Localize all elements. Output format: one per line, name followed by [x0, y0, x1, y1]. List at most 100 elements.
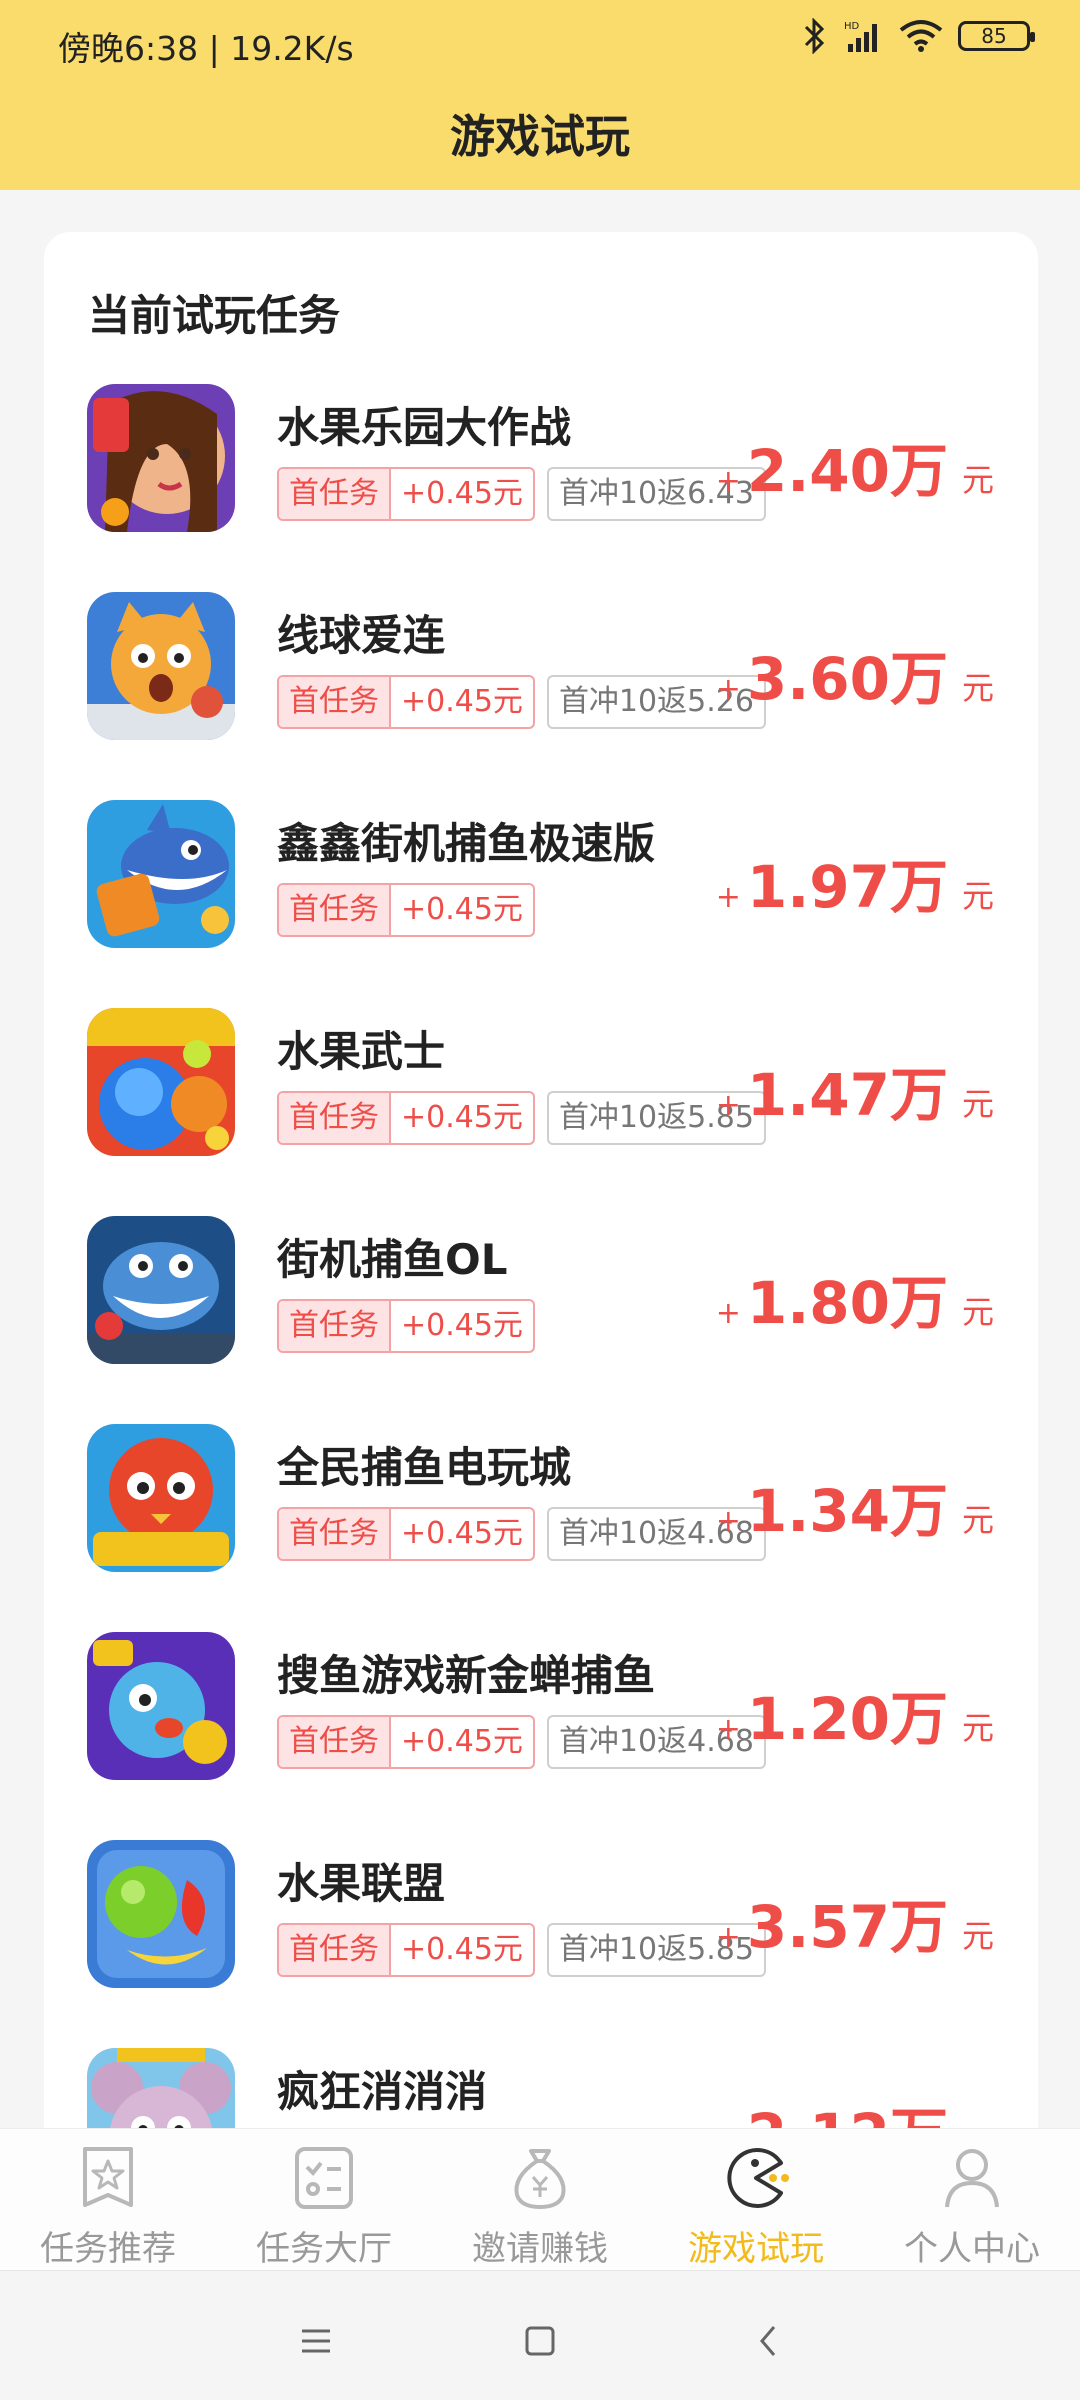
reward-unit: 元	[961, 1501, 994, 1539]
tab-label: 邀请赚钱	[472, 2229, 608, 2269]
reward-amount: +3.57万元	[716, 1880, 994, 1964]
status-time-speed: 傍晚6:38 | 19.2K/s	[58, 29, 354, 68]
first-task-bonus: +0.45元	[401, 892, 523, 927]
game-name: 疯狂消消消	[277, 2067, 488, 2116]
reward-value: 1.47万	[746, 1061, 948, 1129]
reward-plus: +	[715, 464, 741, 499]
reward-value: 1.97万	[746, 853, 948, 921]
first-task-bonus: +0.45元	[401, 1724, 523, 1759]
signal-icon: HD	[844, 21, 877, 52]
game-tags: 首任务 +0.45元 首冲10返5.85	[277, 1091, 766, 1145]
game-item-5[interactable]: 全民捕鱼电玩城 首任务 +0.45元 首冲10返4.68 +1.34万元	[44, 1424, 1038, 1594]
bluetooth-icon	[804, 18, 825, 54]
game-name: 水果联盟	[277, 1859, 446, 1908]
game-tags: 首任务 +0.45元	[277, 1299, 535, 1353]
game-item-4[interactable]: 街机捕鱼OL 首任务 +0.45元 +1.80万元	[44, 1216, 1038, 1386]
reward-plus: +	[715, 1296, 741, 1331]
game-item-7[interactable]: 水果联盟 首任务 +0.45元 首冲10返5.85 +3.57万元	[44, 1840, 1038, 2010]
game-name: 全民捕鱼电玩城	[277, 1443, 572, 1492]
first-task-label: 首任务	[279, 1925, 391, 1975]
first-task-badge: 首任务 +0.45元	[277, 1507, 535, 1561]
wifi-icon	[899, 20, 943, 52]
reward-plus: +	[715, 672, 741, 707]
tab-label: 个人中心	[904, 2229, 1040, 2269]
star-badge-icon	[83, 2147, 133, 2207]
shark-icon[interactable]	[87, 1216, 235, 1364]
shark-fu-icon[interactable]	[87, 800, 235, 948]
reward-unit: 元	[961, 1293, 994, 1331]
first-task-bonus: +0.45元	[401, 1100, 523, 1135]
first-task-badge: 首任务 +0.45元	[277, 1923, 535, 1977]
svg-text:HD: HD	[844, 21, 860, 32]
reward-amount: +1.34万元	[716, 1464, 994, 1548]
first-task-badge: 首任务 +0.45元	[277, 1715, 535, 1769]
tab-personal-center[interactable]: 个人中心	[864, 2129, 1080, 2271]
reward-unit: 元	[961, 669, 994, 707]
reward-unit: 元	[961, 1709, 994, 1747]
tab-invite-earn[interactable]: 邀请赚钱	[432, 2129, 648, 2271]
game-name: 搜鱼游戏新金蝉捕鱼	[277, 1651, 656, 1700]
octopus-icon[interactable]	[87, 1424, 235, 1572]
first-task-label: 首任务	[279, 677, 391, 727]
first-task-badge: 首任务 +0.45元	[277, 1299, 535, 1353]
reward-amount: +2.40万元	[716, 424, 994, 508]
header-bar: 傍晚6:38 | 19.2K/s HD 85 游戏试玩	[0, 0, 1080, 190]
task-card: 当前试玩任务 水果乐园大作战 首任务 +0.45元 首冲10返6.43 +2.40…	[44, 232, 1038, 2400]
tab-label: 任务大厅	[256, 2229, 392, 2269]
back-icon[interactable]	[738, 2311, 798, 2371]
fruit-samurai-icon[interactable]	[87, 1008, 235, 1156]
first-task-label: 首任务	[279, 1093, 391, 1143]
reward-amount: +1.47万元	[716, 1048, 994, 1132]
first-task-bonus: +0.45元	[401, 1932, 523, 1967]
reward-value: 1.80万	[746, 1269, 948, 1337]
person-icon	[945, 2149, 999, 2208]
game-item-2[interactable]: 鑫鑫街机捕鱼极速版 首任务 +0.45元 +1.97万元	[44, 800, 1038, 970]
first-task-label: 首任务	[279, 1717, 391, 1767]
checklist-icon	[295, 2147, 353, 2209]
first-task-badge: 首任务 +0.45元	[277, 675, 535, 729]
menu-icon[interactable]	[286, 2311, 346, 2371]
reward-amount: +1.20万元	[716, 1672, 994, 1756]
first-task-bonus: +0.45元	[401, 476, 523, 511]
first-task-badge: 首任务 +0.45元	[277, 1091, 535, 1145]
money-bag-icon	[514, 2149, 566, 2209]
first-task-bonus: +0.45元	[401, 1516, 523, 1551]
reward-unit: 元	[961, 461, 994, 499]
tab-label: 游戏试玩	[688, 2229, 824, 2269]
fruit-league-icon[interactable]	[87, 1840, 235, 1988]
home-icon[interactable]	[510, 2311, 570, 2371]
reward-amount: +3.60万元	[716, 632, 994, 716]
section-title: 当前试玩任务	[88, 291, 341, 340]
reward-value: 3.57万	[746, 1893, 948, 1961]
game-item-3[interactable]: 水果武士 首任务 +0.45元 首冲10返5.85 +1.47万元	[44, 1008, 1038, 1178]
game-tags: 首任务 +0.45元 首冲10返6.43	[277, 467, 766, 521]
page-title: 游戏试玩	[449, 110, 630, 163]
reward-value: 3.60万	[746, 645, 948, 713]
first-task-bonus: +0.45元	[401, 1308, 523, 1343]
tab-task-recommend[interactable]: 任务推荐	[0, 2129, 216, 2271]
reward-amount: +1.97万元	[716, 840, 994, 924]
tab-task-hall[interactable]: 任务大厅	[216, 2129, 432, 2271]
reward-plus: +	[715, 1504, 741, 1539]
pufferfish-icon[interactable]	[87, 1632, 235, 1780]
battery-icon: 85	[958, 21, 1035, 51]
game-tags: 首任务 +0.45元 首冲10返4.68	[277, 1715, 766, 1769]
cat-icon[interactable]	[87, 592, 235, 740]
reward-plus: +	[715, 1712, 741, 1747]
game-tags: 首任务 +0.45元 首冲10返5.85	[277, 1923, 766, 1977]
reward-plus: +	[715, 1088, 741, 1123]
game-item-6[interactable]: 搜鱼游戏新金蝉捕鱼 首任务 +0.45元 首冲10返4.68 +1.20万元	[44, 1632, 1038, 1802]
reward-value: 1.34万	[746, 1477, 948, 1545]
game-name: 水果乐园大作战	[277, 403, 572, 452]
reward-unit: 元	[961, 877, 994, 915]
game-item-0[interactable]: 水果乐园大作战 首任务 +0.45元 首冲10返6.43 +2.40万元	[44, 384, 1038, 554]
game-tags: 首任务 +0.45元 首冲10返4.68	[277, 1507, 766, 1561]
pacman-icon	[727, 2148, 789, 2208]
reward-plus: +	[715, 1920, 741, 1955]
fruit-park-icon[interactable]	[87, 384, 235, 532]
first-task-label: 首任务	[279, 885, 391, 935]
game-name: 鑫鑫街机捕鱼极速版	[277, 819, 656, 868]
game-item-1[interactable]: 线球爱连 首任务 +0.45元 首冲10返5.26 +3.60万元	[44, 592, 1038, 762]
first-task-bonus: +0.45元	[401, 684, 523, 719]
tab-game-trial[interactable]: 游戏试玩	[648, 2129, 864, 2271]
